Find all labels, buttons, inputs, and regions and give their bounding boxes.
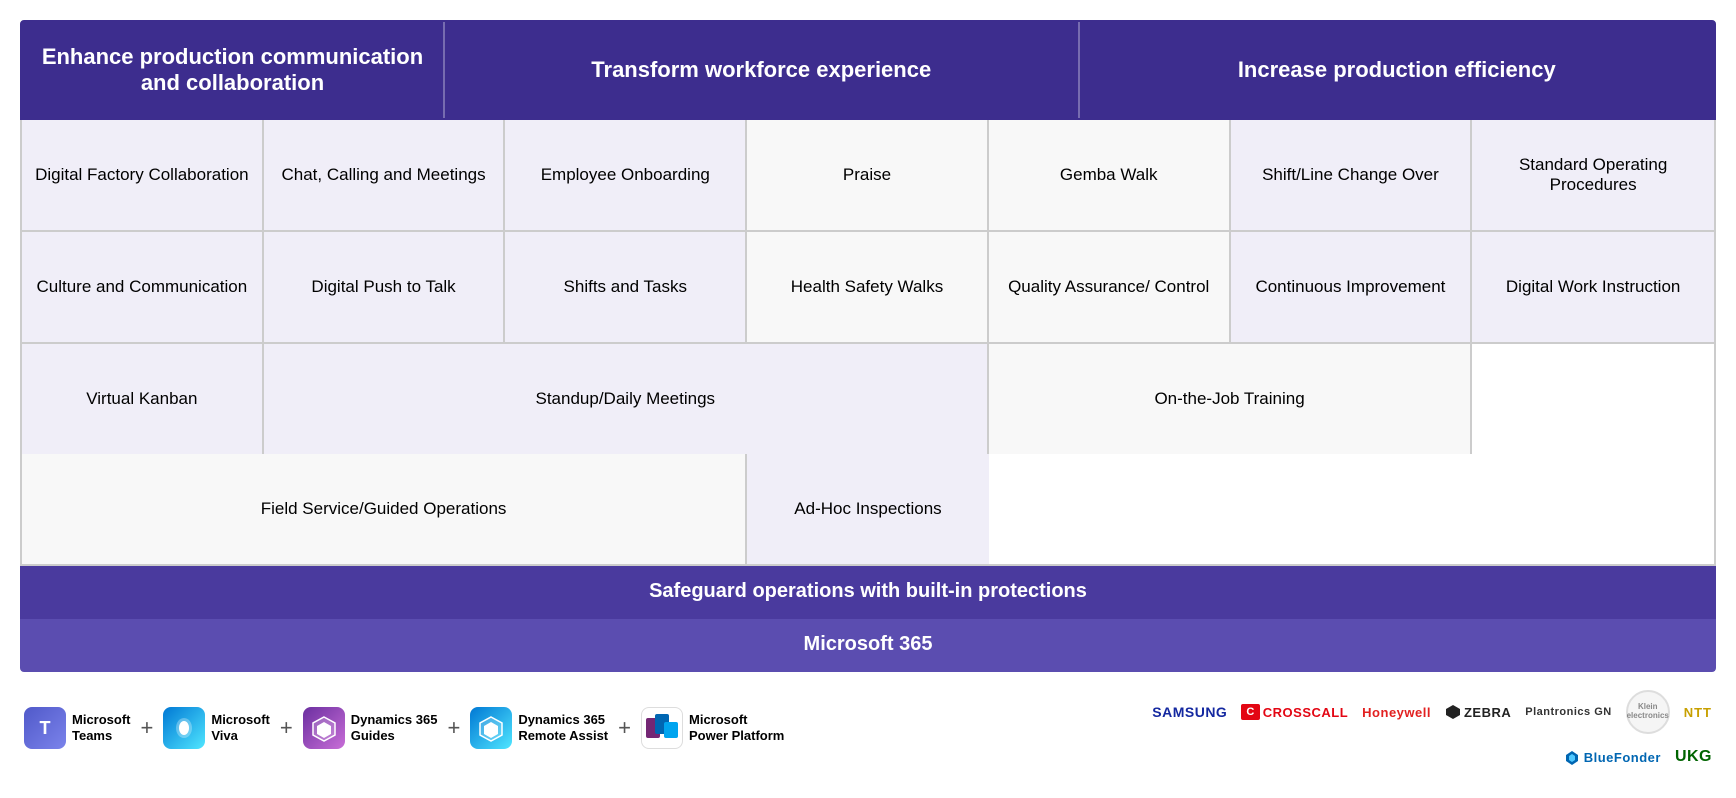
teams-icon: T — [24, 707, 66, 749]
grid-row-1: Digital Factory Collaboration Chat, Call… — [22, 120, 1714, 232]
header-col2: Transform workforce experience — [445, 22, 1080, 118]
footer-products: T Microsoft Teams + — [24, 707, 784, 749]
klein-logo: Kleinelectronics — [1626, 690, 1670, 734]
safeguard-banner: Safeguard operations with built-in prote… — [20, 566, 1716, 619]
microsoft-teams-logo: T Microsoft Teams — [24, 707, 131, 749]
header-col1: Enhance production communication and col… — [22, 22, 445, 118]
footer-logos: T Microsoft Teams + — [20, 690, 1716, 766]
main-container: Enhance production communication and col… — [0, 0, 1736, 776]
cell-shift-line: Shift/Line Change Over — [1231, 120, 1473, 230]
cell-culture-comm: Culture and Communication — [22, 232, 264, 342]
cell-employee-onboarding: Employee Onboarding — [505, 120, 747, 230]
cell-standup-meetings: Standup/Daily Meetings — [264, 344, 989, 454]
viva-icon — [163, 707, 205, 749]
cell-digital-push: Digital Push to Talk — [264, 232, 506, 342]
cell-digital-work: Digital Work Instruction — [1472, 232, 1714, 342]
blueyonder-logo: BlueFonder — [1564, 749, 1661, 765]
cell-virtual-kanban: Virtual Kanban — [22, 344, 264, 454]
plus-2: + — [280, 715, 293, 741]
plantronics-logo: Plantronics GN — [1525, 706, 1611, 718]
cell-continuous-improvement: Continuous Improvement — [1231, 232, 1473, 342]
header-row: Enhance production communication and col… — [20, 20, 1716, 120]
power-platform-logo: Microsoft Power Platform — [641, 707, 784, 749]
cell-shifts-tasks: Shifts and Tasks — [505, 232, 747, 342]
cell-health-safety: Health Safety Walks — [747, 232, 989, 342]
cell-digital-factory: Digital Factory Collaboration — [22, 120, 264, 230]
plus-3: + — [447, 715, 460, 741]
teams-label: Microsoft Teams — [72, 712, 131, 743]
cell-chat-calling: Chat, Calling and Meetings — [264, 120, 506, 230]
samsung-logo: SAMSUNG — [1152, 704, 1227, 720]
d365-remote-logo: Dynamics 365 Remote Assist — [470, 707, 608, 749]
remote-icon — [470, 707, 512, 749]
cell-adhoc-inspections: Ad-Hoc Inspections — [747, 454, 989, 564]
cell-quality-assurance: Quality Assurance/ Control — [989, 232, 1231, 342]
svg-text:T: T — [40, 718, 51, 738]
footer-partners: SAMSUNG C CROSSCALL Honeywell ZEBRA Plan… — [1132, 690, 1712, 766]
cell-on-the-job: On-the-Job Training — [989, 344, 1472, 454]
header-col3: Increase production efficiency — [1080, 22, 1715, 118]
ntt-logo: NTT — [1684, 705, 1712, 720]
powerplatform-icon — [641, 707, 683, 749]
cell-praise: Praise — [747, 120, 989, 230]
viva-label: Microsoft Viva — [211, 712, 270, 743]
cell-field-service: Field Service/Guided Operations — [22, 454, 747, 564]
grid-row-3: Virtual Kanban Standup/Daily Meetings On… — [22, 344, 1714, 564]
ukg-logo: UKG — [1675, 748, 1712, 766]
honeywell-logo: Honeywell — [1362, 705, 1431, 720]
zebra-logo: ZEBRA — [1445, 704, 1511, 720]
plus-4: + — [618, 715, 631, 741]
guides-icon — [303, 707, 345, 749]
cell-gemba-walk: Gemba Walk — [989, 120, 1231, 230]
guides-label: Dynamics 365 Guides — [351, 712, 438, 743]
powerplatform-label: Microsoft Power Platform — [689, 712, 784, 743]
grid-row-2: Culture and Communication Digital Push t… — [22, 232, 1714, 344]
grid-section: Digital Factory Collaboration Chat, Call… — [20, 120, 1716, 566]
plus-1: + — [141, 715, 154, 741]
crosscall-logo: C CROSSCALL — [1241, 704, 1348, 720]
remote-label: Dynamics 365 Remote Assist — [518, 712, 608, 743]
m365-banner: Microsoft 365 — [20, 619, 1716, 672]
cell-standard-op: Standard Operating Procedures — [1472, 120, 1714, 230]
microsoft-viva-logo: Microsoft Viva — [163, 707, 270, 749]
d365-guides-logo: Dynamics 365 Guides — [303, 707, 438, 749]
